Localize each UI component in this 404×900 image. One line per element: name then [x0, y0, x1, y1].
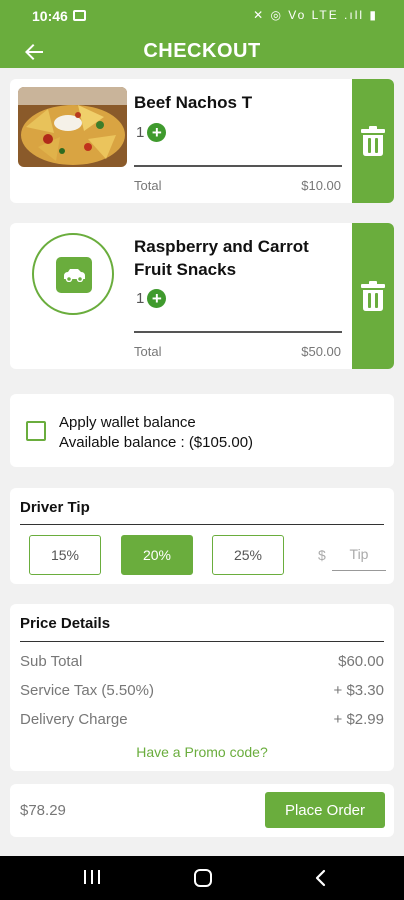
order-footer: $78.29 Place Order [10, 784, 394, 837]
price-row-subtotal: Sub Total $60.00 [20, 653, 384, 670]
wallet-section: Apply wallet balance Available balance :… [10, 394, 394, 467]
place-order-button[interactable]: Place Order [265, 792, 385, 828]
item-total-label: Total [134, 178, 162, 193]
status-bar: 10:46 ✕ ◎ Vo LTE .ıll ▮ [0, 0, 404, 34]
app-header: CHECKOUT [0, 34, 404, 68]
price-label: Service Tax (5.50%) [20, 682, 154, 699]
item-name: Raspberry and Carrot Fruit Snacks [134, 237, 309, 279]
placeholder-image-icon [56, 257, 92, 293]
tip-option-15[interactable]: 15% [29, 535, 101, 575]
item-total-value: $50.00 [301, 344, 341, 359]
item-image-placeholder [32, 233, 114, 315]
wallet-balance: Available balance : ($105.00) [59, 434, 254, 451]
tip-currency-symbol: $ [318, 547, 326, 563]
home-icon[interactable] [194, 869, 212, 887]
wallet-checkbox[interactable] [26, 421, 46, 441]
divider [134, 331, 342, 333]
plus-icon[interactable]: + [147, 123, 167, 142]
divider [134, 165, 342, 167]
back-nav-icon[interactable] [312, 869, 330, 887]
driver-tip-section: Driver Tip 15% 20% 25% $ [10, 488, 394, 584]
tip-option-20[interactable]: 20% [121, 535, 193, 575]
price-value: + $2.99 [333, 711, 384, 728]
trash-icon [361, 126, 385, 156]
plus-icon[interactable]: + [147, 289, 167, 308]
quantity-stepper: 1 + [136, 123, 167, 142]
cart-item: Beef Nachos T 1 + Total $10.00 [10, 79, 394, 203]
price-value: + $3.30 [333, 682, 384, 699]
page-title: CHECKOUT [143, 40, 261, 62]
trash-icon [361, 281, 385, 311]
item-total-label: Total [134, 344, 162, 359]
tip-option-25[interactable]: 25% [212, 535, 284, 575]
delete-item-button[interactable] [352, 79, 394, 203]
delete-item-button[interactable] [352, 223, 394, 369]
promo-code-link[interactable]: Have a Promo code? [10, 744, 394, 760]
price-label: Sub Total [20, 653, 83, 670]
custom-tip-input[interactable] [332, 537, 386, 571]
price-details-section: Price Details Sub Total $60.00 Service T… [10, 604, 394, 771]
cart-item: Raspberry and Carrot Fruit Snacks 1 + To… [10, 223, 394, 369]
price-row-service-tax: Service Tax (5.50%) + $3.30 [20, 682, 384, 699]
price-details-title: Price Details [20, 615, 111, 632]
price-row-delivery: Delivery Charge + $2.99 [20, 711, 384, 728]
status-indicators: ✕ ◎ Vo LTE .ıll ▮ [253, 8, 378, 22]
order-total: $78.29 [20, 802, 66, 819]
wallet-label: Apply wallet balance [59, 414, 196, 431]
quantity-value: 1 [136, 124, 145, 141]
system-nav-bar [0, 856, 404, 900]
quantity-stepper: 1 + [136, 289, 167, 308]
divider [20, 641, 384, 642]
driver-tip-title: Driver Tip [20, 499, 90, 516]
recents-icon[interactable] [84, 870, 100, 886]
status-time: 10:46 [32, 8, 68, 24]
price-value: $60.00 [338, 653, 384, 670]
image-notification-icon [73, 10, 86, 21]
item-total-value: $10.00 [301, 178, 341, 193]
quantity-value: 1 [136, 290, 145, 307]
item-name: Beef Nachos T [134, 93, 253, 112]
price-label: Delivery Charge [20, 711, 128, 728]
divider [20, 524, 384, 525]
nachos-photo [18, 87, 127, 167]
